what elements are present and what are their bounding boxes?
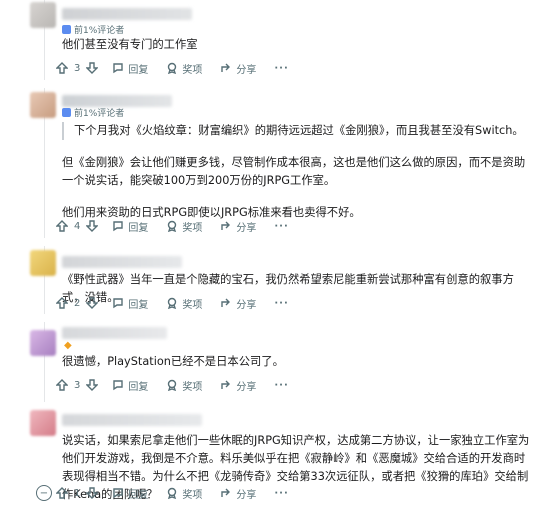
comment-text: 但《金刚狼》会让他们赚更多钱，尽管制作成本很高，这也是他们这么做的原因，而不是资… [62, 156, 526, 187]
award-button[interactable]: 奖项 [166, 61, 202, 76]
comment-bubble-icon [113, 380, 124, 391]
downvote-icon[interactable] [86, 220, 99, 232]
upvote-icon[interactable] [56, 487, 68, 499]
username[interactable] [62, 8, 192, 20]
top-commenter-badge: 前1%评论者 [62, 23, 124, 36]
comment-bubble-icon [113, 488, 124, 499]
downvote-icon[interactable] [86, 487, 99, 499]
comment: ◆ 很遗憾，PlayStation已经不是日本公司了。 3 回复 奖项 分享 ·… [0, 322, 550, 402]
share-icon [221, 63, 231, 72]
avatar[interactable] [30, 330, 56, 356]
reply-button[interactable]: 回复 [112, 61, 148, 76]
share-icon [221, 221, 231, 230]
comment-actions: 2 回复 奖项 分享 ··· [56, 294, 289, 312]
award-button[interactable]: 奖项 [166, 296, 202, 311]
more-options-button[interactable]: ··· [274, 380, 288, 391]
share-icon [221, 488, 231, 497]
vote-count: 4 [74, 220, 81, 232]
vote-count: 2 [74, 297, 81, 309]
downvote-icon[interactable] [86, 62, 99, 74]
username[interactable] [62, 256, 182, 268]
vote-count: 3 [74, 62, 81, 74]
share-button[interactable]: 分享 [220, 61, 256, 76]
award-button[interactable]: 奖项 [166, 378, 202, 393]
vote-group: 1 [56, 487, 99, 499]
reply-button[interactable]: 回复 [112, 486, 148, 501]
award-icon [168, 62, 177, 74]
share-button[interactable]: 分享 [220, 296, 256, 311]
award-icon [168, 487, 177, 499]
username[interactable] [62, 414, 202, 426]
vote-count: 1 [74, 487, 81, 499]
upvote-icon[interactable] [56, 379, 68, 391]
comment-actions: 1 回复 奖项 分享 ··· [56, 484, 289, 502]
award-button[interactable]: 奖项 [166, 486, 202, 501]
reply-button[interactable]: 回复 [112, 296, 148, 311]
comment-bubble-icon [113, 221, 124, 232]
comment-feed: 前1%评论者 他们甚至没有专门的工作室 3 回复 奖项 分享 ··· 前1%评论… [0, 0, 550, 504]
badge-icon [62, 25, 71, 34]
comment-bubble-icon [113, 298, 124, 309]
more-options-button[interactable]: ··· [274, 488, 288, 499]
award-icon [168, 220, 177, 232]
collapse-thread-button[interactable]: − [36, 485, 52, 501]
share-button[interactable]: 分享 [220, 378, 256, 393]
vote-group: 3 [56, 379, 99, 391]
upvote-icon[interactable] [56, 220, 68, 232]
more-options-button[interactable]: ··· [274, 298, 288, 309]
comment-bubble-icon [113, 63, 124, 74]
avatar[interactable] [30, 250, 56, 276]
downvote-icon[interactable] [86, 297, 99, 309]
comment-actions: 3 回复 奖项 分享 ··· [56, 376, 289, 394]
vote-group: 3 [56, 62, 99, 74]
badge-icon [62, 108, 71, 117]
more-options-button[interactable]: ··· [274, 63, 288, 74]
downvote-icon[interactable] [86, 379, 99, 391]
share-button[interactable]: 分享 [220, 486, 256, 501]
username[interactable] [62, 327, 167, 339]
gem-icon: ◆ [64, 340, 72, 351]
upvote-icon[interactable] [56, 297, 68, 309]
award-icon [168, 297, 177, 309]
award-icon [168, 379, 177, 391]
flair-badge: ◆ [64, 340, 72, 351]
avatar[interactable] [30, 2, 56, 28]
share-icon [221, 298, 231, 307]
more-options-button[interactable]: ··· [274, 221, 288, 232]
comment-text: 他们甚至没有专门的工作室 [62, 38, 198, 51]
comment: 《野性武器》当年一直是个隐藏的宝石，我仍然希望索尼能重新尝试那种富有创意的叙事方… [0, 246, 550, 314]
top-commenter-badge: 前1%评论者 [62, 106, 124, 119]
award-button[interactable]: 奖项 [166, 219, 202, 234]
share-icon [221, 380, 231, 389]
vote-count: 3 [74, 379, 81, 391]
vote-group: 2 [56, 297, 99, 309]
comment-body: 说实话，如果索尼拿走他们一些休眠的JRPG知识产权，达成第二方协议，让一家独立工… [62, 432, 532, 518]
comment: 前1%评论者 他们甚至没有专门的工作室 3 回复 奖项 分享 ··· [0, 0, 550, 80]
quoted-text: 下个月我对《火焰纹章：财富编织》的期待远远超过《金刚狼》，而且我甚至没有Swit… [62, 122, 532, 140]
comment: 说实话，如果索尼拿走他们一些休眠的JRPG知识产权，达成第二方协议，让一家独立工… [0, 404, 550, 504]
share-button[interactable]: 分享 [220, 219, 256, 234]
upvote-icon[interactable] [56, 62, 68, 74]
reply-button[interactable]: 回复 [112, 219, 148, 234]
vote-group: 4 [56, 220, 99, 232]
avatar[interactable] [30, 410, 56, 436]
comment-actions: 3 回复 奖项 分享 ··· [56, 59, 289, 77]
comment-text: 很遗憾，PlayStation已经不是日本公司了。 [62, 355, 284, 368]
reply-button[interactable]: 回复 [112, 378, 148, 393]
comment-actions: 4 回复 奖项 分享 ··· [56, 217, 289, 235]
comment: 前1%评论者 下个月我对《火焰纹章：财富编织》的期待远远超过《金刚狼》，而且我甚… [0, 88, 550, 238]
avatar[interactable] [30, 92, 56, 118]
